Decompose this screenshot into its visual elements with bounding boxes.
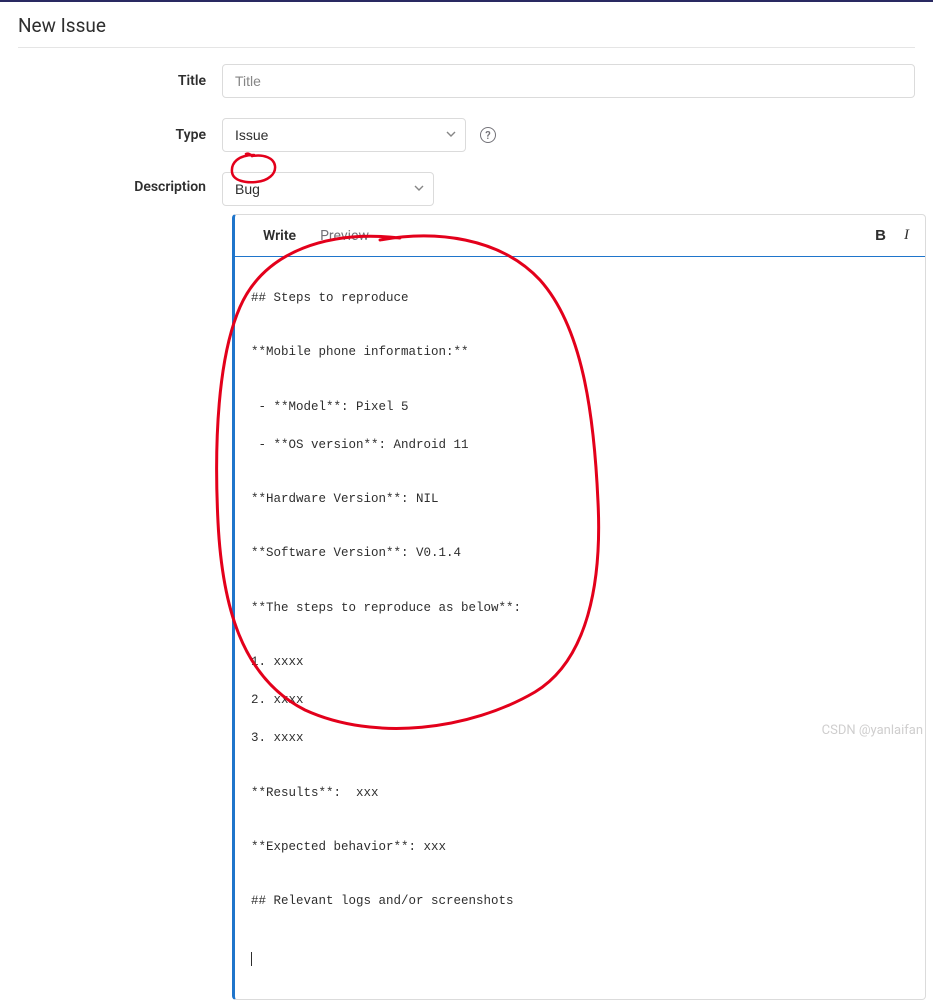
editor-line: ## Relevant logs and/or screenshots: [251, 892, 909, 910]
row-description: Description Bug: [0, 172, 933, 206]
page-header: New Issue: [0, 2, 933, 47]
italic-button[interactable]: I: [904, 227, 909, 244]
help-icon[interactable]: ?: [480, 127, 496, 143]
description-editor: Write Preview B I ## Steps to reproduce …: [232, 214, 926, 1000]
type-select[interactable]: Issue: [222, 118, 466, 152]
label-description: Description: [0, 172, 222, 195]
editor-line: **Mobile phone information:**: [251, 343, 909, 361]
row-type: Type Issue ?: [0, 118, 933, 152]
editor-line: **Expected behavior**: xxx: [251, 838, 909, 856]
label-title: Title: [0, 73, 222, 89]
editor-line: **Results**: xxx: [251, 784, 909, 802]
title-input[interactable]: [222, 64, 915, 98]
editor-line: **The steps to reproduce as below**:: [251, 599, 909, 617]
editor-line: ## Steps to reproduce: [251, 289, 909, 307]
editor-line: - **Model**: Pixel 5: [251, 398, 909, 416]
tab-write[interactable]: Write: [251, 217, 308, 254]
editor-line: 2. xxxx: [251, 691, 909, 709]
page-title: New Issue: [18, 14, 915, 37]
row-title: Title: [0, 64, 933, 98]
editor-line: 1. xxxx: [251, 653, 909, 671]
editor-tabbar: Write Preview B I: [235, 215, 925, 257]
editor-textarea[interactable]: ## Steps to reproduce **Mobile phone inf…: [235, 257, 925, 999]
label-type: Type: [0, 127, 222, 143]
text-cursor: [251, 952, 252, 966]
editor-line: 3. xxxx: [251, 729, 909, 747]
editor-line: **Software Version**: V0.1.4: [251, 544, 909, 562]
tab-preview[interactable]: Preview: [308, 217, 381, 254]
issue-form: Title Type Issue ? Description Bug: [0, 48, 933, 1000]
editor-line: - **OS version**: Android 11: [251, 436, 909, 454]
watermark: CSDN @yanlaifan: [822, 723, 923, 738]
description-template-select[interactable]: Bug: [222, 172, 434, 206]
bold-button[interactable]: B: [875, 227, 886, 244]
editor-line: **Hardware Version**: NIL: [251, 490, 909, 508]
